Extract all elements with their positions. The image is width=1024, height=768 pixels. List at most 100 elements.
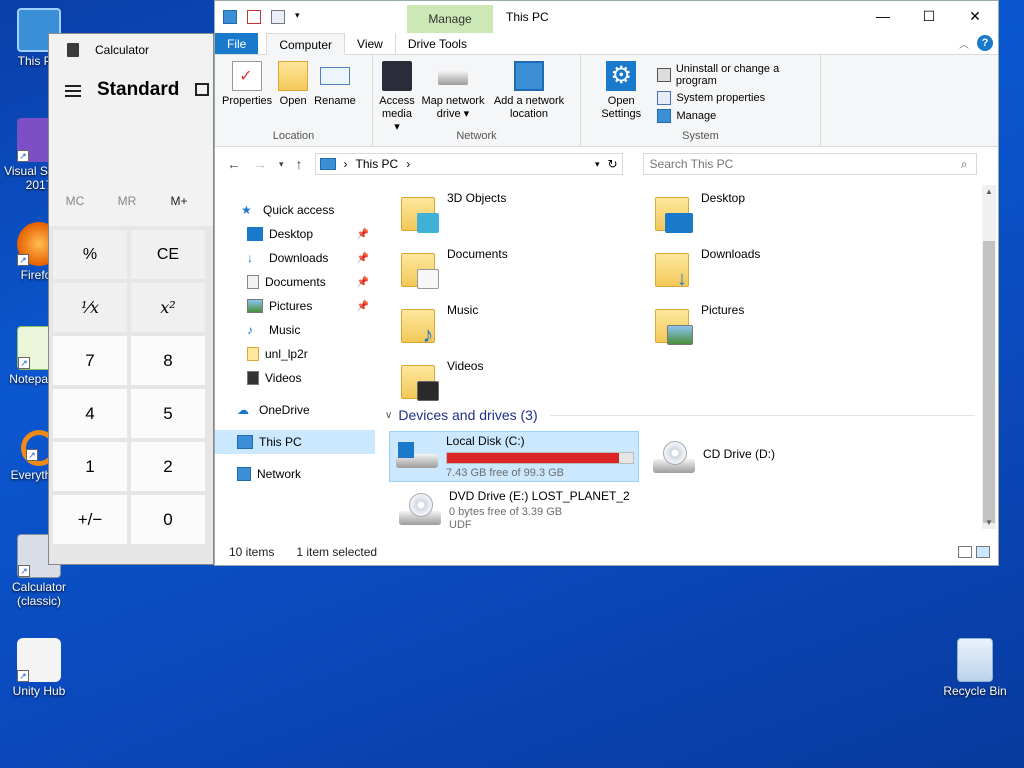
folder-downloads[interactable]: ↓ Downloads bbox=[653, 247, 760, 289]
nav-item-downloads[interactable]: ↓ Downloads 📌 bbox=[215, 246, 375, 270]
breadcrumb-this-pc[interactable]: This PC bbox=[356, 157, 399, 171]
clear-entry-key[interactable]: CE bbox=[131, 230, 205, 279]
nav-item-network[interactable]: Network bbox=[215, 462, 375, 486]
digit-8-key[interactable]: 8 bbox=[131, 336, 205, 385]
gear-icon: ⚙ bbox=[606, 61, 637, 91]
folder-videos[interactable]: Videos bbox=[399, 359, 483, 401]
folder-pictures[interactable]: Pictures bbox=[653, 303, 744, 345]
nav-item-documents[interactable]: Documents 📌 bbox=[215, 270, 375, 294]
drive-name: DVD Drive (E:) LOST_PLANET_2 bbox=[449, 489, 630, 503]
nav-item-this-pc[interactable]: This PC bbox=[215, 430, 375, 454]
back-arrow-icon[interactable]: ← bbox=[227, 156, 241, 172]
new-folder-quick-icon[interactable] bbox=[271, 10, 285, 24]
forward-arrow-icon[interactable]: → bbox=[253, 156, 267, 172]
address-dropdown-icon[interactable]: ▾ bbox=[595, 159, 600, 170]
network-icon bbox=[237, 467, 251, 481]
ribbon-tabs: File Computer View Drive Tools ︿ ? bbox=[215, 33, 998, 55]
pictures-icon bbox=[247, 299, 263, 313]
drive-dvd-e[interactable]: DVD Drive (E:) LOST_PLANET_2 0 bytes fre… bbox=[395, 489, 630, 531]
3d-objects-folder-icon bbox=[399, 191, 439, 233]
digit-2-key[interactable]: 2 bbox=[131, 442, 205, 491]
keep-on-top-icon[interactable] bbox=[195, 83, 210, 96]
computer-small-icon[interactable] bbox=[223, 10, 237, 24]
tab-file[interactable]: File bbox=[215, 33, 259, 54]
chevron-up-icon[interactable]: ︿ bbox=[959, 36, 969, 51]
item-count: 10 items bbox=[229, 545, 275, 559]
nav-item-music[interactable]: ♪ Music bbox=[215, 318, 375, 342]
digit-4-key[interactable]: 4 bbox=[53, 389, 127, 438]
address-bar[interactable]: › This PC › ▾ ↻ bbox=[314, 153, 623, 175]
computer-manage-icon bbox=[657, 109, 672, 123]
folder-documents[interactable]: Documents bbox=[399, 247, 508, 289]
details-view-icon[interactable] bbox=[958, 546, 972, 558]
square-key[interactable]: x² bbox=[131, 283, 205, 332]
folder-music[interactable]: ♪ Music bbox=[399, 303, 478, 346]
explorer-titlebar[interactable]: ▾ Manage This PC — ☐ ✕ bbox=[215, 1, 998, 33]
search-icon[interactable]: ⌕ bbox=[961, 157, 968, 172]
memory-clear-button[interactable]: MC bbox=[49, 194, 101, 208]
memory-recall-button[interactable]: MR bbox=[101, 194, 153, 208]
folder-desktop[interactable]: Desktop bbox=[653, 191, 745, 233]
nav-item-unl-lp2r[interactable]: unl_lp2r bbox=[215, 342, 375, 366]
negate-key[interactable]: +/− bbox=[53, 495, 127, 544]
search-box[interactable]: Search This PC ⌕ bbox=[642, 153, 977, 175]
cloud-icon: ☁ bbox=[237, 403, 249, 417]
folder-3d-objects[interactable]: 3D Objects bbox=[399, 191, 506, 233]
reciprocal-key[interactable]: ¹⁄x bbox=[53, 283, 127, 332]
refresh-icon[interactable]: ↻ bbox=[607, 157, 617, 171]
desktop-icon-recycle-bin[interactable]: Recycle Bin bbox=[937, 638, 1013, 698]
uninstall-program-button[interactable]: Uninstall or change a program bbox=[657, 63, 816, 87]
navigation-pane: ★ Quick access Desktop 📌 ↓ Downloads 📌 Docum… bbox=[215, 185, 375, 540]
scrollbar-thumb[interactable] bbox=[983, 241, 995, 523]
nav-item-videos[interactable]: Videos bbox=[215, 366, 375, 390]
calculator-titlebar[interactable]: Calculator bbox=[49, 34, 213, 66]
desktop-icon-unity-hub[interactable]: ↗ Unity Hub bbox=[1, 638, 77, 698]
percent-key[interactable]: % bbox=[53, 230, 127, 279]
tab-view[interactable]: View bbox=[345, 33, 395, 54]
manage-button[interactable]: Manage bbox=[657, 109, 816, 123]
shortcut-arrow-icon: ↗ bbox=[26, 449, 38, 461]
customize-toolbar-icon[interactable]: ▾ bbox=[295, 10, 305, 24]
devices-and-drives-header[interactable]: ∨ Devices and drives (3) bbox=[385, 407, 975, 423]
digit-5-key[interactable]: 5 bbox=[131, 389, 205, 438]
large-icons-view-icon[interactable] bbox=[976, 546, 990, 558]
calculator-mode-title: Standard bbox=[97, 79, 180, 100]
manage-contextual-tab[interactable]: Manage bbox=[407, 5, 493, 33]
recent-locations-icon[interactable]: ▾ bbox=[279, 159, 284, 170]
breadcrumb-separator[interactable]: › bbox=[344, 157, 348, 171]
nav-item-onedrive[interactable]: ☁ OneDrive bbox=[215, 398, 375, 422]
drive-local-disk-c[interactable]: Local Disk (C:) 7.43 GB free of 99.3 GB bbox=[389, 431, 639, 482]
close-icon[interactable]: ✕ bbox=[952, 1, 998, 31]
nav-item-desktop[interactable]: Desktop 📌 bbox=[215, 222, 375, 246]
explorer-window[interactable]: ▾ Manage This PC — ☐ ✕ File Computer Vie… bbox=[214, 0, 999, 566]
maximize-icon[interactable]: ☐ bbox=[906, 1, 952, 31]
download-arrow-icon: ↓ bbox=[247, 251, 253, 265]
scroll-down-icon[interactable]: ▼ bbox=[985, 518, 993, 527]
system-properties-button[interactable]: System properties bbox=[657, 91, 816, 105]
drive-cd-d[interactable]: CD Drive (D:) bbox=[649, 437, 775, 479]
up-arrow-icon[interactable]: ↑ bbox=[296, 156, 303, 172]
nav-item-pictures[interactable]: Pictures 📌 bbox=[215, 294, 375, 318]
digit-7-key[interactable]: 7 bbox=[53, 336, 127, 385]
nav-item-quick-access[interactable]: ★ Quick access bbox=[215, 198, 375, 222]
memory-add-button[interactable]: M+ bbox=[153, 194, 205, 208]
vertical-scrollbar[interactable]: ▲ ▼ bbox=[982, 185, 996, 529]
digit-1-key[interactable]: 1 bbox=[53, 442, 127, 491]
minimize-icon[interactable]: — bbox=[860, 1, 906, 31]
ribbon-group-network: Access media ▾ Map network drive ▾ Add a… bbox=[373, 55, 581, 146]
search-placeholder: Search This PC bbox=[649, 157, 734, 171]
drive-usage-fill bbox=[447, 453, 620, 463]
unity-hub-icon: ↗ bbox=[17, 638, 61, 682]
tab-drive-tools[interactable]: Drive Tools bbox=[394, 33, 479, 54]
hamburger-menu-icon[interactable] bbox=[65, 85, 81, 100]
music-note-icon: ♪ bbox=[247, 323, 253, 337]
status-bar: 10 items 1 item selected bbox=[215, 539, 998, 565]
calculator-window[interactable]: Calculator Standard MC MR M+ % CE ¹⁄x x²… bbox=[48, 33, 214, 565]
digit-0-key[interactable]: 0 bbox=[131, 495, 205, 544]
help-icon[interactable]: ? bbox=[977, 35, 993, 51]
breadcrumb-separator[interactable]: › bbox=[406, 157, 410, 171]
cd-drive-icon bbox=[649, 437, 695, 479]
scroll-up-icon[interactable]: ▲ bbox=[985, 187, 993, 196]
tab-computer[interactable]: Computer bbox=[266, 33, 346, 55]
properties-quick-icon[interactable] bbox=[247, 10, 261, 24]
